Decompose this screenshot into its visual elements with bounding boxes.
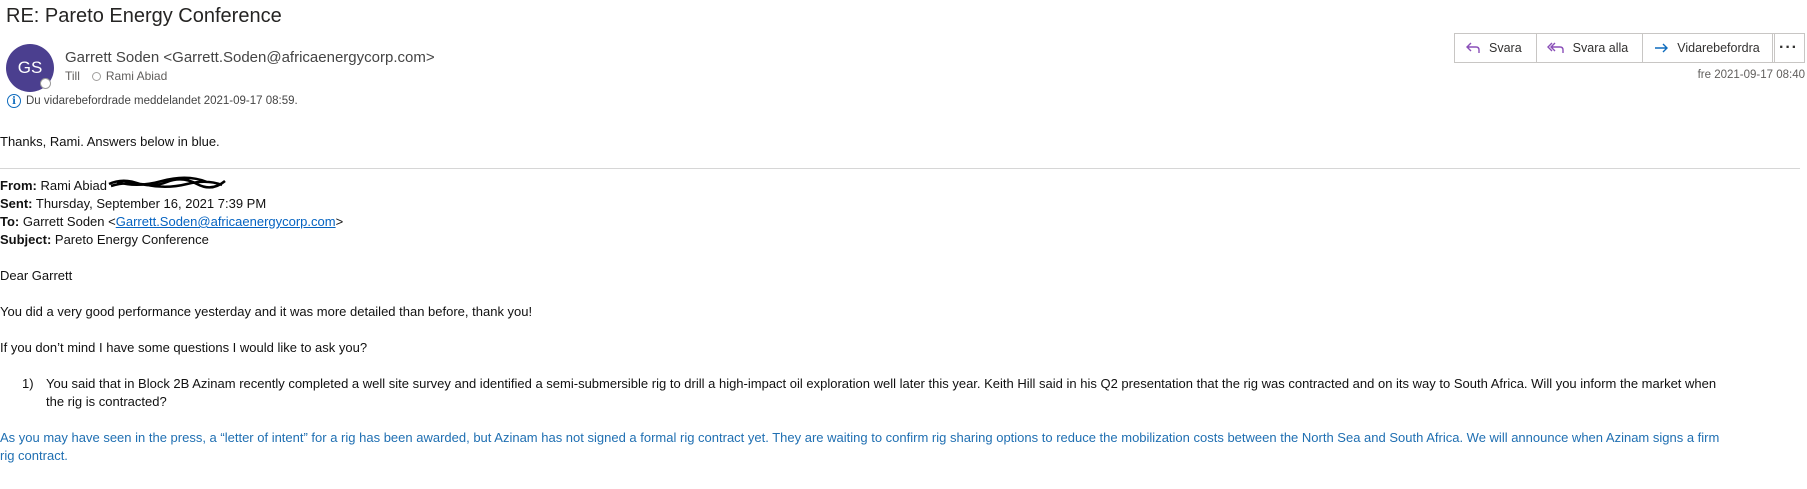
to-close: > <box>335 214 344 229</box>
recipient-name[interactable]: Rami Abiad <box>106 69 167 83</box>
info-icon: i <box>7 94 21 108</box>
to-label: To: <box>0 214 20 229</box>
sent-label: Sent: <box>0 196 33 211</box>
question-number: 1) <box>22 376 34 391</box>
presence-status-icon <box>40 78 51 89</box>
recipient-presence-icon <box>91 71 101 81</box>
reply-all-icon <box>1546 42 1564 53</box>
forward-icon <box>1655 43 1669 53</box>
from-label: From: <box>0 178 37 193</box>
redaction-scribble <box>108 176 226 189</box>
recipient-line: Till Rami Abiad <box>65 69 167 83</box>
avatar-initials: GS <box>17 58 43 77</box>
more-options-button[interactable]: ··· <box>1772 33 1805 63</box>
question-1-line-2: the rig is contracted? <box>46 394 167 409</box>
forward-info-bar: i Du vidarebefordrade meddelandet 2021-0… <box>7 94 298 108</box>
quoted-subject-line: Subject: Pareto Energy Conference <box>0 232 209 247</box>
answer-line-2: rig contract. <box>0 448 68 463</box>
paragraph-2: If you don’t mind I have some questions … <box>0 340 368 355</box>
reply-icon <box>1466 42 1480 53</box>
forward-label: Vidarebefordra <box>1677 41 1760 55</box>
message-date: fre 2021-09-17 08:40 <box>1697 69 1805 81</box>
forward-info-text: Du vidarebefordrade meddelandet 2021-09-… <box>26 95 298 107</box>
reply-all-button[interactable]: Svara alla <box>1537 34 1644 62</box>
to-label: Till <box>65 69 80 83</box>
divider <box>0 168 1800 169</box>
paragraph-1: You did a very good performance yesterda… <box>0 304 533 319</box>
quoted-sent-line: Sent: Thursday, September 16, 2021 7:39 … <box>0 196 266 211</box>
subject-value: Pareto Energy Conference <box>51 232 209 247</box>
question-1-line-1: You said that in Block 2B Azinam recentl… <box>46 376 1717 391</box>
quoted-to-line: To: Garrett Soden <Garrett.Soden@africae… <box>0 214 343 229</box>
answer-line-1: As you may have seen in the press, a “le… <box>0 430 1720 445</box>
forward-button[interactable]: Vidarebefordra <box>1643 34 1773 62</box>
from-value: Rami Abiad <box>36 178 107 193</box>
subject-label: Subject: <box>0 232 52 247</box>
email-subject: RE: Pareto Energy Conference <box>6 5 282 27</box>
greeting-line: Thanks, Rami. Answers below in blue. <box>0 134 220 149</box>
dear-line: Dear Garrett <box>0 268 73 283</box>
to-email-link[interactable]: Garrett.Soden@africaenergycorp.com <box>116 214 336 229</box>
quoted-from-line: From: Rami Abiad <box>0 178 107 193</box>
sender-name[interactable]: Garrett Soden <Garrett.Soden@africaenerg… <box>65 49 435 66</box>
reply-all-label: Svara alla <box>1572 41 1629 55</box>
sent-value: Thursday, September 16, 2021 7:39 PM <box>32 196 267 211</box>
message-actions: Svara Svara alla Vidarebefordra <box>1454 33 1775 63</box>
to-name: Garrett Soden < <box>19 214 116 229</box>
reply-label: Svara <box>1489 41 1522 55</box>
reply-button[interactable]: Svara <box>1455 34 1537 62</box>
